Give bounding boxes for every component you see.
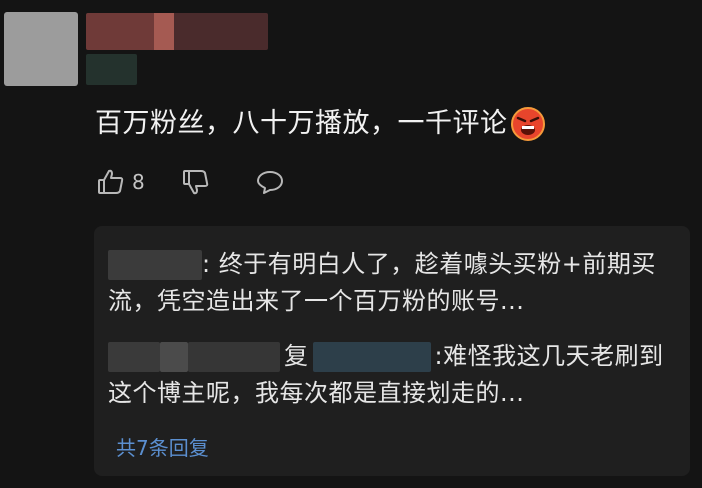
reply-author-redacted[interactable] <box>108 342 280 372</box>
reply-separator: : <box>434 342 444 370</box>
thumbs-up-icon <box>96 167 126 197</box>
avatar[interactable] <box>4 12 78 86</box>
like-button[interactable]: 8 <box>96 167 145 197</box>
reply-separator: : <box>202 250 219 278</box>
reply-word: 复 <box>284 342 309 370</box>
username-redacted[interactable] <box>86 13 268 50</box>
comment-bubble-icon <box>255 167 285 197</box>
dislike-button[interactable] <box>181 167 211 197</box>
reply-author-redacted[interactable] <box>108 250 202 280</box>
reply-target-redacted[interactable] <box>312 342 431 372</box>
user-meta-redacted <box>86 54 137 85</box>
view-all-replies-link[interactable]: 共7条回复 <box>116 432 209 461</box>
reply-button[interactable] <box>255 167 285 197</box>
thumbs-down-icon <box>181 167 211 197</box>
reply-thread: : 终于有明白人了，趁着噱头买粉+前期买流，凭空造出来了一个百万粉的账号... … <box>94 226 690 476</box>
reply-item[interactable]: 复:难怪我这几天老刷到这个博主呢，我每次都是直接划走的... <box>108 338 678 412</box>
comment-actions: 8 <box>96 166 285 198</box>
like-count: 8 <box>132 170 145 194</box>
angry-face-emoji-icon <box>510 106 546 142</box>
comment-body: 百万粉丝，八十万播放，一千评论 <box>95 106 546 142</box>
reply-item[interactable]: : 终于有明白人了，趁着噱头买粉+前期买流，凭空造出来了一个百万粉的账号... <box>108 246 678 320</box>
comment-text: 百万粉丝，八十万播放，一千评论 <box>95 108 508 139</box>
